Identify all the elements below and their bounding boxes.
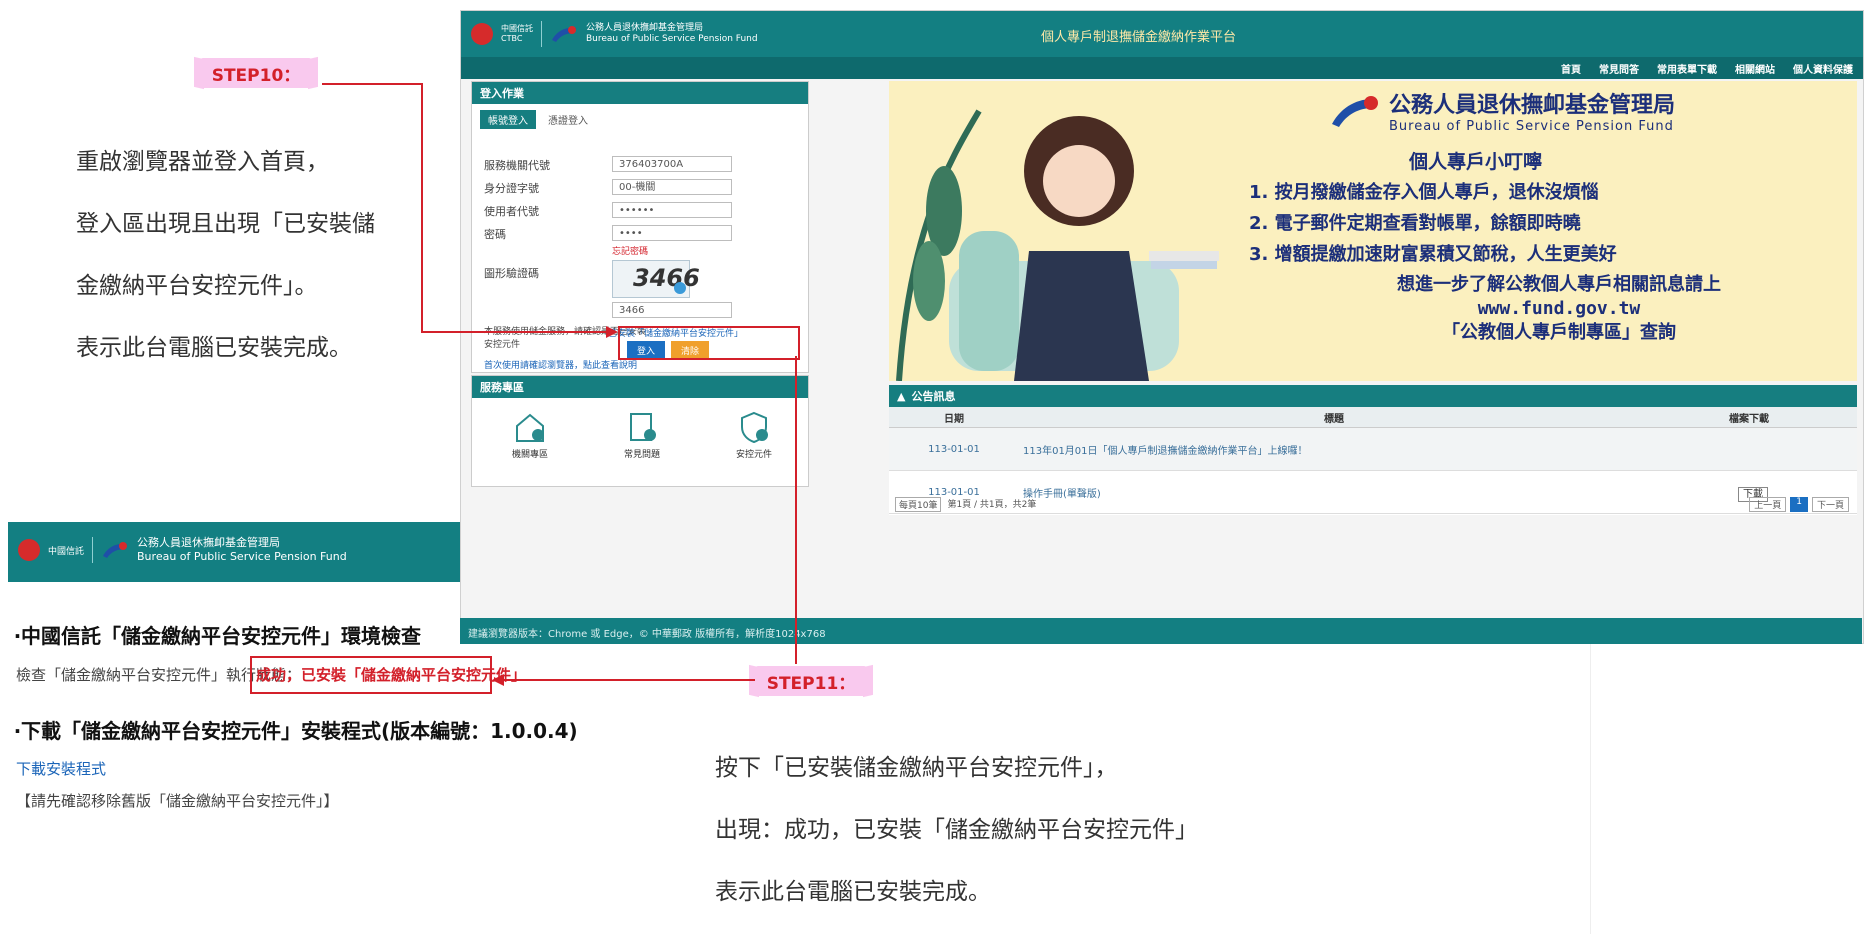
divider <box>1590 644 1591 934</box>
connector-lines <box>322 83 797 686</box>
